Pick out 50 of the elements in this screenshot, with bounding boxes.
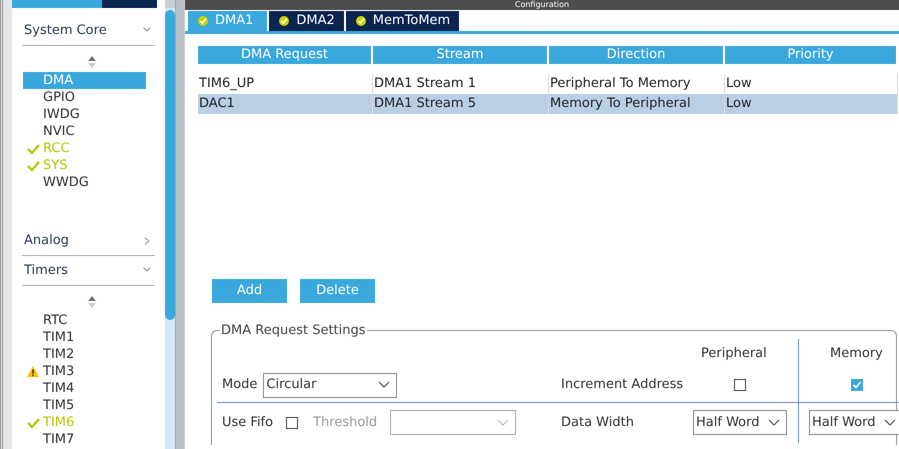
check-circle-icon — [278, 15, 290, 27]
field-label: Threshold — [313, 414, 378, 432]
data-width-dropdown[interactable]: Half Word — [693, 410, 787, 436]
field-label: Mode — [222, 376, 258, 394]
section-title: System Core — [24, 22, 107, 40]
splitter[interactable] — [175, 0, 184, 449]
table-cell: DAC1 — [198, 94, 373, 114]
section-header[interactable]: Timers — [22, 256, 155, 286]
section-header[interactable]: Analog — [22, 226, 155, 256]
panel-title: Configuration — [185, 0, 899, 10]
checkbox[interactable] — [286, 416, 298, 429]
field-label: Increment Address — [561, 376, 684, 394]
mode-dropdown[interactable]: Circular — [263, 372, 398, 398]
checkbox[interactable] — [851, 379, 863, 392]
chevron-down-icon — [884, 418, 896, 427]
field-label: Data Width — [561, 414, 634, 432]
section-title: Analog — [24, 232, 69, 250]
tab[interactable]: DMA2 — [269, 11, 344, 31]
sidebar-item[interactable]: TIM5 — [23, 397, 146, 414]
checkbox[interactable] — [734, 379, 746, 392]
sort-icon — [88, 296, 96, 308]
table-cell: Memory To Peripheral — [549, 94, 725, 114]
sidebar-item[interactable]: RTC — [23, 312, 146, 329]
threshold-dropdown[interactable] — [390, 410, 516, 436]
section-header[interactable]: System Core — [22, 16, 155, 46]
table-cell: Low — [725, 94, 898, 114]
table-cell: DMA1 Stream 5 — [373, 94, 549, 114]
column-label: Peripheral — [701, 344, 767, 363]
sidebar-item[interactable]: NVIC — [23, 123, 146, 140]
check-circle-icon — [354, 15, 367, 27]
sidebar-item[interactable]: IWDG — [23, 106, 146, 123]
column-label: Memory — [830, 344, 883, 363]
tab[interactable]: MemToMem — [346, 11, 460, 31]
check-circle-icon — [197, 15, 209, 27]
sidebar-item[interactable]: TIM2 — [23, 346, 146, 363]
chevron-down-icon — [378, 381, 390, 390]
sidebar-item[interactable]: GPIO — [23, 89, 146, 106]
chevron-down-icon — [768, 418, 780, 427]
sidebar-item[interactable]: TIM3 — [23, 363, 146, 380]
sidebar-item[interactable]: TIM1 — [23, 329, 146, 346]
sidebar-item[interactable]: TIM4 — [23, 380, 146, 397]
field-label: Use Fifo — [222, 414, 274, 432]
scrollbar-thumb[interactable] — [165, 10, 175, 320]
data-width-dropdown[interactable]: Half Word — [809, 410, 899, 436]
chevron-down-icon — [497, 418, 510, 427]
group-title: DMA Request Settings — [220, 323, 367, 339]
sort-icon — [88, 56, 96, 68]
sidebar-item[interactable]: WWDG — [23, 174, 146, 191]
sidebar-item[interactable]: TIM7 — [23, 431, 146, 448]
section-title: Timers — [24, 262, 68, 280]
